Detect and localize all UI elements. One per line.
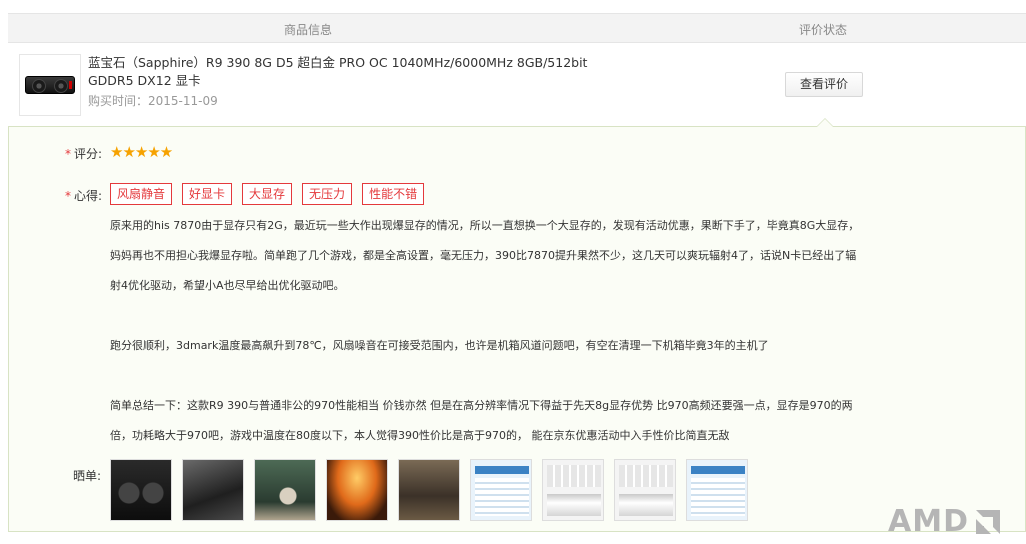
review-photos	[110, 459, 758, 521]
amd-logo-text: AMD	[888, 504, 969, 539]
rating-stars: ★★★★★	[110, 143, 173, 161]
review-photo[interactable]	[254, 459, 316, 521]
comment-paragraph: 简单总结一下：这款R9 390与普通非公的970性能相当 价钱亦然 但是在高分辨…	[110, 399, 853, 442]
review-photo[interactable]	[110, 459, 172, 521]
product-row: 蓝宝石（Sapphire）R9 390 8G D5 超白金 PRO OC 104…	[8, 43, 1026, 127]
comment-paragraph: 原来用的his 7870由于显存只有2G，最近玩一些大作出现爆显存的情况，所以一…	[110, 219, 860, 292]
comment-paragraph: 跑分很顺利，3dmark温度最高飙升到78℃，风扇噪音在可接受范围内，也许是机箱…	[110, 339, 769, 352]
review-tag: 性能不错	[362, 183, 425, 205]
review-photo[interactable]	[398, 459, 460, 521]
header-goods-info: 商品信息	[283, 23, 332, 37]
review-panel: * 评分: ★★★★★ * 心得: 风扇静音 好显卡 大显存 无压力 性能不错 原来…	[8, 118, 1026, 532]
view-review-button[interactable]: 查看评价	[785, 72, 863, 97]
amd-arrow-icon	[975, 510, 1000, 534]
product-thumbnail[interactable]	[19, 54, 81, 116]
photos-label: 晒单:	[73, 469, 102, 483]
header-review-status: 评价状态	[798, 23, 847, 37]
table-header: 商品信息 评价状态	[8, 13, 1026, 43]
review-photo[interactable]	[326, 459, 388, 521]
purchase-time-label: 购买时间：	[88, 94, 149, 108]
review-tag: 风扇静音	[110, 183, 173, 205]
review-tag: 大显存	[242, 183, 293, 205]
graphics-card-image	[25, 76, 75, 94]
review-photo[interactable]	[686, 459, 748, 521]
rating-label: * 评分:	[65, 147, 103, 161]
review-photo[interactable]	[470, 459, 532, 521]
review-photo[interactable]	[182, 459, 244, 521]
review-tag: 无压力	[302, 183, 353, 205]
review-photo[interactable]	[542, 459, 604, 521]
product-title[interactable]: 蓝宝石（Sapphire）R9 390 8G D5 超白金 PRO OC 104…	[88, 54, 608, 90]
purchase-time-value: 2015-11-09	[148, 94, 218, 108]
comment-label: * 心得:	[65, 189, 103, 203]
review-comment: 原来用的his 7870由于显存只有2G，最近玩一些大作出现爆显存的情况，所以一…	[110, 211, 860, 451]
amd-watermark: AMD	[888, 504, 1003, 540]
review-tag: 好显卡	[182, 183, 233, 205]
review-photo[interactable]	[614, 459, 676, 521]
purchase-time: 购买时间：2015-11-09	[88, 92, 218, 109]
review-tags: 风扇静音 好显卡 大显存 无压力 性能不错	[110, 183, 434, 205]
